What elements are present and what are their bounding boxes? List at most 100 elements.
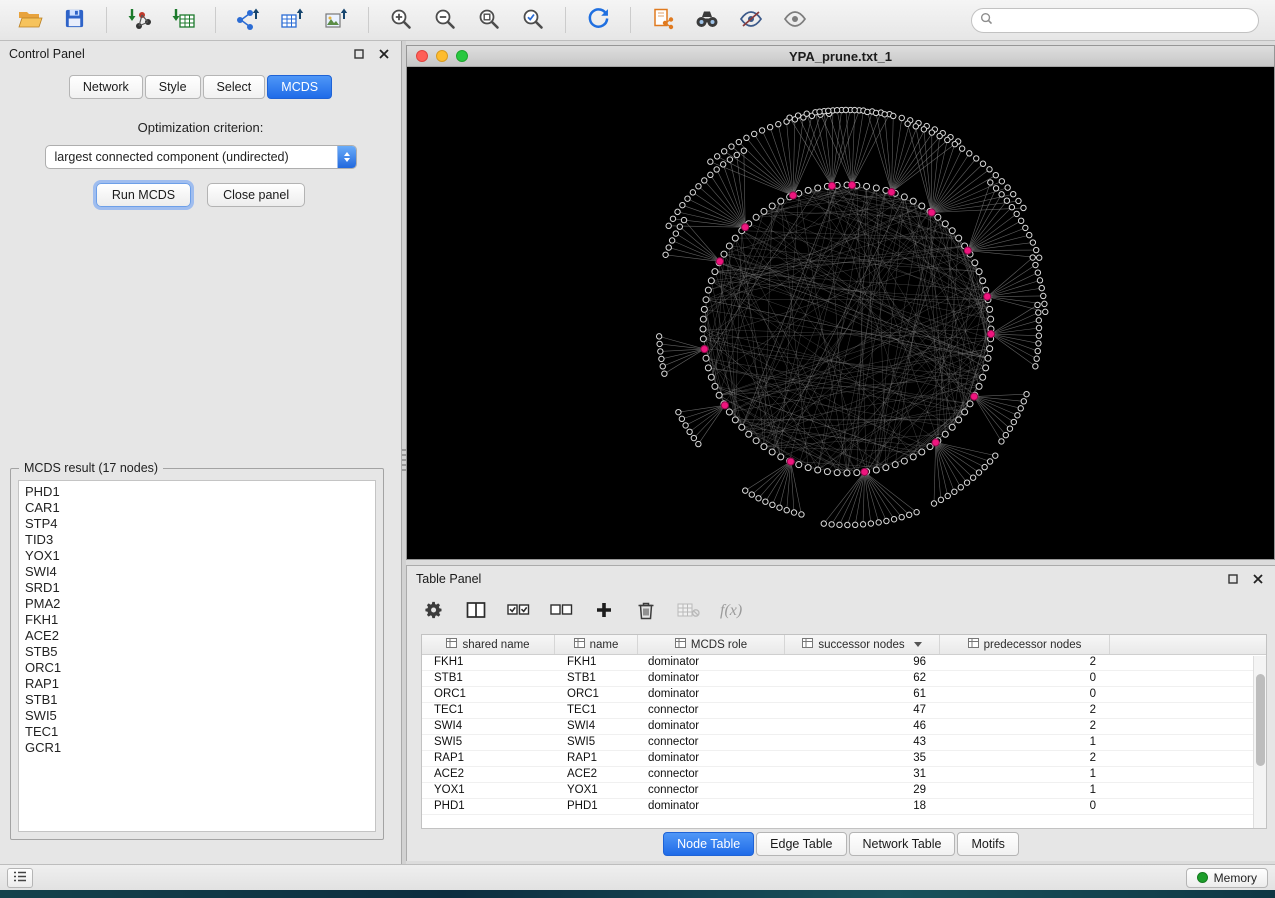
export-image-button[interactable] <box>316 4 356 36</box>
mcds-result-item[interactable]: STB1 <box>25 692 375 708</box>
column-header-successor-nodes[interactable]: successor nodes <box>785 635 940 654</box>
table-cell: SWI4 <box>555 719 638 734</box>
float-table-panel-icon[interactable] <box>1225 571 1241 587</box>
mcds-result-item[interactable]: STP4 <box>25 516 375 532</box>
mcds-result-item[interactable]: RAP1 <box>25 676 375 692</box>
show-columns-button[interactable] <box>465 598 487 624</box>
mcds-result-item[interactable]: PHD1 <box>25 484 375 500</box>
table-row[interactable]: SWI4SWI4dominator462 <box>422 719 1266 735</box>
column-header-shared-name[interactable]: shared name <box>422 635 555 654</box>
search-input[interactable] <box>998 13 1250 27</box>
table-cell: ORC1 <box>555 687 638 702</box>
mcds-result-item[interactable]: CAR1 <box>25 500 375 516</box>
mcds-result-item[interactable]: GCR1 <box>25 740 375 756</box>
column-header-name[interactable]: name <box>555 635 638 654</box>
find-button[interactable] <box>687 4 727 36</box>
run-mcds-button[interactable]: Run MCDS <box>96 183 191 207</box>
scrollbar-thumb[interactable] <box>1256 674 1265 766</box>
mcds-result-item[interactable]: YOX1 <box>25 548 375 564</box>
close-panel-icon[interactable] <box>376 46 392 62</box>
mcds-result-item[interactable]: SRD1 <box>25 580 375 596</box>
table-row[interactable]: STB1STB1dominator620 <box>422 671 1266 687</box>
table-cell: connector <box>638 735 785 750</box>
table-cell: ACE2 <box>422 767 555 782</box>
eye-slash-icon <box>738 9 764 32</box>
open-network-in-browser-button[interactable] <box>643 4 683 36</box>
zoom-selected-button[interactable] <box>513 4 553 36</box>
mcds-result-list[interactable]: PHD1CAR1STP4TID3YOX1SWI4SRD1PMA2FKH1ACE2… <box>18 480 376 832</box>
tab-network[interactable]: Network <box>69 75 143 99</box>
column-header-mcds-role[interactable]: MCDS role <box>638 635 785 654</box>
table-row[interactable]: PHD1PHD1dominator180 <box>422 799 1266 815</box>
export-table-button[interactable] <box>272 4 312 36</box>
mcds-result-item[interactable]: PMA2 <box>25 596 375 612</box>
import-network-button[interactable] <box>119 4 159 36</box>
optimization-criterion-select[interactable]: largest connected component (undirected) <box>45 145 357 169</box>
table-cell: 46 <box>785 719 940 734</box>
table-row[interactable]: SWI5SWI5connector431 <box>422 735 1266 751</box>
table-cell: 29 <box>785 783 940 798</box>
mcds-result-item[interactable]: SWI5 <box>25 708 375 724</box>
unselect-all-columns-button[interactable] <box>550 598 573 624</box>
show-log-button[interactable] <box>7 868 33 888</box>
import-table-button[interactable] <box>163 4 203 36</box>
create-column-button[interactable] <box>593 598 615 624</box>
document-share-icon <box>651 7 675 34</box>
save-session-button[interactable] <box>54 4 94 36</box>
open-session-button[interactable] <box>10 4 50 36</box>
mcds-result-item[interactable]: TID3 <box>25 532 375 548</box>
select-all-columns-button[interactable] <box>507 598 530 624</box>
tab-mcds[interactable]: MCDS <box>267 75 332 99</box>
export-network-button[interactable] <box>228 4 268 36</box>
tab-select[interactable]: Select <box>203 75 266 99</box>
column-type-icon <box>968 638 979 651</box>
tab-network-table[interactable]: Network Table <box>849 832 956 856</box>
table-cell: SWI5 <box>422 735 555 750</box>
minimize-window-button[interactable] <box>436 50 448 62</box>
mcds-result-item[interactable]: ORC1 <box>25 660 375 676</box>
close-window-button[interactable] <box>416 50 428 62</box>
refresh-network-button[interactable] <box>578 4 618 36</box>
tab-motifs[interactable]: Motifs <box>957 832 1018 856</box>
mcds-result-item[interactable]: FKH1 <box>25 612 375 628</box>
eye-icon <box>782 9 808 32</box>
close-panel-button[interactable]: Close panel <box>207 183 305 207</box>
function-builder-button-disabled: f(x) <box>720 598 742 624</box>
zoom-fit-button[interactable] <box>469 4 509 36</box>
mcds-result-item[interactable]: STB5 <box>25 644 375 660</box>
zoom-out-button[interactable] <box>425 4 465 36</box>
table-row[interactable]: YOX1YOX1connector291 <box>422 783 1266 799</box>
mcds-result-item[interactable]: TEC1 <box>25 724 375 740</box>
level-of-detail-button[interactable] <box>731 4 771 36</box>
plus-icon <box>595 601 613 622</box>
network-window-title: YPA_prune.txt_1 <box>407 49 1274 64</box>
mcds-result-title: MCDS result (17 nodes) <box>19 461 163 475</box>
mcds-result-item[interactable]: ACE2 <box>25 628 375 644</box>
show-hide-graphics-button[interactable] <box>775 4 815 36</box>
tab-style[interactable]: Style <box>145 75 201 99</box>
mcds-result-item[interactable]: SWI4 <box>25 564 375 580</box>
network-window-titlebar[interactable]: YPA_prune.txt_1 <box>407 46 1274 67</box>
maximize-window-button[interactable] <box>456 50 468 62</box>
tab-edge-table[interactable]: Edge Table <box>756 832 846 856</box>
column-header-predecessor-nodes[interactable]: predecessor nodes <box>940 635 1110 654</box>
table-scrollbar[interactable] <box>1253 656 1266 828</box>
float-panel-icon[interactable] <box>351 46 367 62</box>
table-settings-button[interactable] <box>423 598 445 624</box>
zoom-in-button[interactable] <box>381 4 421 36</box>
delete-column-button[interactable] <box>635 598 657 624</box>
table-row[interactable]: RAP1RAP1dominator352 <box>422 751 1266 767</box>
memory-button[interactable]: Memory <box>1186 868 1268 888</box>
table-toolbar: f(x) <box>407 592 1275 630</box>
table-row[interactable]: ACE2ACE2connector311 <box>422 767 1266 783</box>
node-table-body: FKH1FKH1dominator962STB1STB1dominator620… <box>422 655 1266 815</box>
table-row[interactable]: ORC1ORC1dominator610 <box>422 687 1266 703</box>
tab-node-table[interactable]: Node Table <box>663 832 754 856</box>
network-canvas[interactable] <box>407 67 1274 559</box>
close-table-panel-icon[interactable] <box>1250 571 1266 587</box>
table-row[interactable]: FKH1FKH1dominator962 <box>422 655 1266 671</box>
search-box[interactable] <box>971 8 1259 33</box>
toolbar-separator <box>565 7 566 33</box>
table-row[interactable]: TEC1TEC1connector472 <box>422 703 1266 719</box>
export-image-icon <box>323 7 349 34</box>
